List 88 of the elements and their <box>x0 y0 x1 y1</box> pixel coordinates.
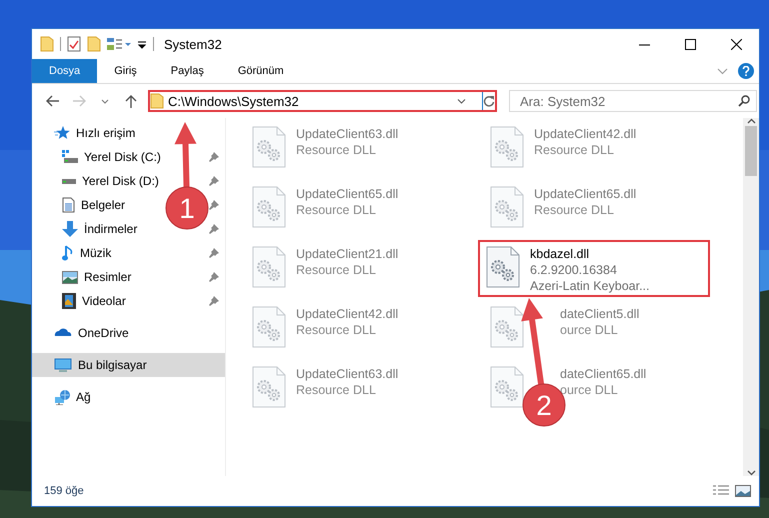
file-detail: ource DLL <box>560 382 619 398</box>
pin-icon[interactable] <box>209 152 219 162</box>
file-detail: Resource DLL <box>534 142 615 158</box>
file-name[interactable]: UpdateClient42.dll <box>296 306 398 322</box>
help-icon[interactable] <box>738 63 754 79</box>
file-detail: Azeri-Latin Keyboar... <box>530 278 650 294</box>
chevron-down-icon[interactable] <box>101 98 109 104</box>
nav-item[interactable]: Ağ <box>76 390 91 404</box>
nav-item[interactable]: İndirmeler <box>84 222 138 236</box>
up-icon[interactable] <box>125 94 137 108</box>
gear-file-icon <box>490 366 524 408</box>
nav-item[interactable]: Resimler <box>84 270 132 284</box>
back-icon[interactable] <box>46 95 60 107</box>
gear-file-icon <box>252 246 286 288</box>
large-icons-view-icon[interactable] <box>735 485 751 497</box>
nav-item[interactable]: Yerel Disk (C:) <box>84 150 161 164</box>
cloud-icon <box>54 327 72 339</box>
nav-item[interactable]: OneDrive <box>78 326 129 340</box>
file-detail: Resource DLL <box>296 322 377 338</box>
gear-file-icon <box>252 126 286 168</box>
nav-item[interactable]: Müzik <box>80 246 112 260</box>
scrollbar[interactable] <box>743 118 759 476</box>
ribbon-tab[interactable]: Giriş <box>97 59 154 83</box>
music-icon <box>62 245 74 261</box>
file-name[interactable]: UpdateClient63.dll <box>296 126 398 142</box>
file-detail: Resource DLL <box>296 262 377 278</box>
file-detail: Resource DLL <box>296 202 377 218</box>
maximize-icon[interactable] <box>684 38 696 50</box>
gear-file-icon <box>252 186 286 228</box>
image-icon <box>62 270 78 284</box>
expand-ribbon-icon[interactable] <box>717 68 728 74</box>
scroll-thumb[interactable] <box>745 126 757 176</box>
file-detail: Resource DLL <box>296 382 377 398</box>
drive-icon <box>62 150 78 164</box>
pin-icon[interactable] <box>209 272 219 282</box>
pin-icon[interactable] <box>209 200 219 210</box>
pin-icon[interactable] <box>209 176 219 186</box>
address-bar[interactable]: C:\Windows\System32 <box>148 90 497 112</box>
dropdown-icon[interactable] <box>457 98 466 104</box>
nav-item[interactable]: Yerel Disk (D:) <box>82 174 159 188</box>
pin-icon[interactable] <box>209 296 219 306</box>
ribbon-tab[interactable]: Dosya <box>32 59 98 83</box>
pin-icon[interactable] <box>209 224 219 234</box>
scroll-up-icon[interactable] <box>746 118 756 124</box>
nav-item[interactable]: Hızlı erişim <box>76 126 136 140</box>
window-title: System32 <box>164 36 222 52</box>
file-detail: Resource DLL <box>296 142 377 158</box>
properties-icon[interactable] <box>67 36 81 52</box>
gear-file-icon <box>252 306 286 348</box>
folder-icon <box>150 93 164 109</box>
gear-file-icon <box>490 186 524 228</box>
file-name[interactable]: UpdateClient42.dll <box>534 126 636 142</box>
file-detail: 6.2.9200.16384 <box>530 262 618 278</box>
nav-item[interactable]: Videolar <box>82 294 126 308</box>
file-name[interactable]: dateClient5.dll <box>560 306 640 322</box>
search-icon[interactable] <box>738 95 750 107</box>
document-icon <box>62 197 75 213</box>
ribbon-tab[interactable]: Paylaş <box>154 59 221 83</box>
nav-item[interactable]: Bu bilgisayar <box>78 358 147 372</box>
file-name[interactable]: kbdazel.dll <box>530 246 650 262</box>
gear-file-icon <box>490 126 524 168</box>
gear-file-icon <box>490 306 524 348</box>
drive-icon <box>62 178 76 184</box>
view-options-icon[interactable] <box>107 37 131 51</box>
ribbon-tab[interactable]: Görünüm <box>220 59 301 83</box>
file-name[interactable]: UpdateClient21.dll <box>296 246 398 262</box>
nav-item[interactable]: Belgeler <box>81 198 126 212</box>
file-name[interactable]: UpdateClient65.dll <box>296 186 398 202</box>
monitor-icon <box>54 358 72 372</box>
close-icon[interactable] <box>730 38 742 50</box>
star-icon <box>54 126 70 140</box>
refresh-icon[interactable] <box>483 95 495 107</box>
file-detail: Resource DLL <box>534 202 615 218</box>
file-name[interactable]: UpdateClient63.dll <box>296 366 398 382</box>
file-name[interactable]: dateClient65.dll <box>560 366 646 382</box>
scroll-down-icon[interactable] <box>746 470 756 476</box>
file-name[interactable]: UpdateClient65.dll <box>534 186 636 202</box>
gear-file-icon <box>486 246 520 288</box>
step-badge: 1 <box>166 186 208 230</box>
details-view-icon[interactable] <box>713 485 729 497</box>
search-field[interactable]: Ara: System32 <box>509 90 757 112</box>
gear-file-icon <box>252 366 286 408</box>
item-count: 159 öğe <box>44 485 84 497</box>
film-icon <box>62 293 76 309</box>
download-icon <box>62 221 78 237</box>
pin-icon[interactable] <box>209 248 219 258</box>
file-detail: ource DLL <box>560 322 619 338</box>
network-icon <box>54 389 70 405</box>
